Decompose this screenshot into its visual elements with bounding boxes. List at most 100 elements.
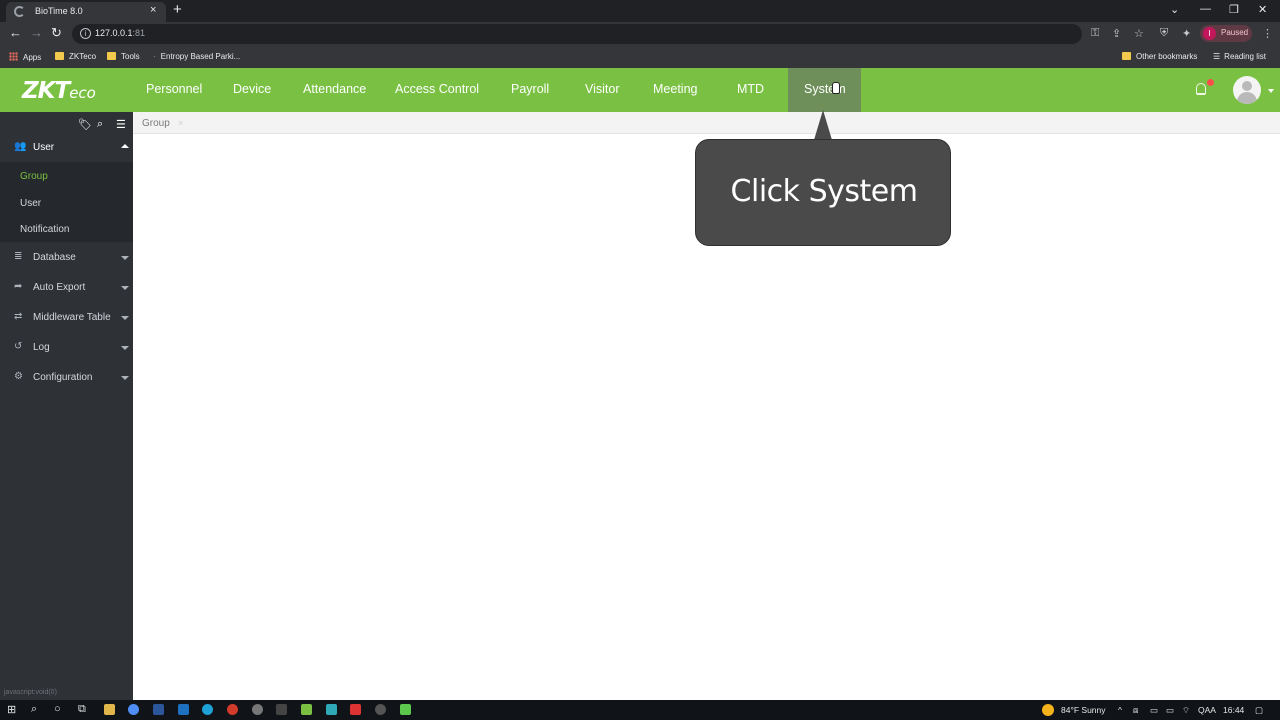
- browser-toolbar: ← → ↻ i 127.0.0.1:81 ⚿ ⇪ ☆ ⛨ ✦ I Paused …: [0, 22, 1280, 46]
- swap-icon: ⇄: [14, 311, 23, 322]
- menu-personnel[interactable]: Personnel: [146, 82, 202, 96]
- export-icon: ➦: [14, 281, 23, 292]
- app-icon[interactable]: [276, 704, 287, 715]
- wifi-icon[interactable]: ⌔: [1182, 705, 1190, 716]
- menu-visitor[interactable]: Visitor: [585, 82, 620, 96]
- chevron-down-icon[interactable]: [1268, 89, 1274, 93]
- extensions-puzzle-icon[interactable]: ✦: [1182, 27, 1191, 40]
- close-page-tab-icon[interactable]: ×: [178, 118, 183, 128]
- sidebar-group-label: Database: [33, 252, 76, 263]
- app-icon[interactable]: [400, 704, 411, 715]
- windows-taskbar: ⊞ ⌕ ○ ⧉ 84°F Sunny ^ ⧈ ▭ ▭ ⌔ QAA 16:44 ▢: [0, 700, 1280, 720]
- reload-icon[interactable]: ↻: [51, 26, 62, 40]
- user-avatar[interactable]: [1233, 76, 1261, 104]
- sidebar-group-configuration[interactable]: ⚙ Configuration: [0, 363, 133, 393]
- sidebar-group-label: Log: [33, 342, 50, 353]
- tray-app-icon[interactable]: ▭: [1150, 705, 1158, 716]
- sidebar-item-notification[interactable]: Notification: [20, 224, 69, 235]
- profile-avatar: I: [1203, 27, 1216, 40]
- app-icon[interactable]: [326, 704, 337, 715]
- settings-icon[interactable]: [252, 704, 263, 715]
- app-icon[interactable]: [227, 704, 238, 715]
- bookmark-entropy[interactable]: · Entropy Based Parki...: [153, 52, 240, 61]
- page-tab-group[interactable]: Group: [142, 118, 170, 129]
- app-icon[interactable]: [178, 704, 189, 715]
- chevron-down-icon: [121, 376, 129, 380]
- app-icon[interactable]: [301, 704, 312, 715]
- tab-search-icon[interactable]: ⌄: [1170, 3, 1179, 16]
- back-icon[interactable]: ←: [9, 26, 22, 40]
- forward-icon[interactable]: →: [30, 26, 43, 40]
- search-icon[interactable]: ⌕: [97, 118, 103, 131]
- weather-text[interactable]: 84°F Sunny: [1061, 705, 1106, 715]
- zkteco-logo[interactable]: ZKTeco: [22, 78, 96, 104]
- restore-icon[interactable]: ❐: [1229, 3, 1239, 16]
- language-indicator[interactable]: QAA: [1198, 705, 1216, 715]
- bookmark-tools[interactable]: Tools: [107, 52, 140, 61]
- app-icon[interactable]: [375, 704, 386, 715]
- notification-bell-icon[interactable]: [1196, 83, 1206, 95]
- reading-list[interactable]: ☰ Reading list: [1213, 52, 1266, 61]
- menu-attendance[interactable]: Attendance: [303, 82, 366, 96]
- avatar-head: [1242, 81, 1252, 91]
- new-tab-button[interactable]: +: [173, 2, 182, 18]
- share-icon[interactable]: ⇪: [1112, 27, 1121, 40]
- bookmark-apps[interactable]: Apps: [9, 52, 41, 62]
- browser-tab-strip: BioTime 8.0 × + ⌄ — ❐ ✕: [0, 0, 1280, 22]
- key-icon[interactable]: ⚿: [1091, 27, 1099, 40]
- tray-chevron-icon[interactable]: ^: [1118, 705, 1122, 715]
- sidebar-item-user[interactable]: User: [20, 198, 41, 209]
- clock[interactable]: 16:44: [1223, 705, 1244, 715]
- profile-button[interactable]: I Paused: [1200, 25, 1252, 42]
- app-icon[interactable]: [350, 704, 361, 715]
- sidebar: 🏷 ⌕ ☰ 👥 User Group User Notification ≣ D…: [0, 112, 133, 700]
- menu-access-control[interactable]: Access Control: [395, 82, 479, 96]
- menu-device[interactable]: Device: [233, 82, 271, 96]
- word-icon[interactable]: [153, 704, 164, 715]
- bookmark-star-icon[interactable]: ☆: [1134, 27, 1144, 40]
- site-info-icon[interactable]: i: [80, 28, 91, 39]
- list-toggle-icon[interactable]: ☰: [116, 118, 126, 131]
- cortana-icon[interactable]: ○: [54, 703, 61, 715]
- search-icon[interactable]: ⌕: [31, 703, 37, 716]
- notifications-icon[interactable]: ▢: [1255, 705, 1263, 716]
- app-header: ZKTeco Personnel Device Attendance Acces…: [0, 68, 1280, 112]
- bookmarks-bar: Apps ZKTeco Tools · Entropy Based Parki..…: [0, 46, 1280, 68]
- reading-list-icon: ☰: [1213, 52, 1221, 61]
- menu-payroll[interactable]: Payroll: [511, 82, 549, 96]
- chrome-icon[interactable]: [128, 704, 139, 715]
- status-link-hint: javascript:void(0): [4, 689, 57, 696]
- chevron-down-icon: [121, 316, 129, 320]
- task-view-icon[interactable]: ⧉: [78, 703, 86, 716]
- sidebar-group-log[interactable]: ↺ Log: [0, 333, 133, 363]
- sidebar-group-database[interactable]: ≣ Database: [0, 243, 133, 273]
- bookmark-zkteco[interactable]: ZKTeco: [55, 52, 96, 61]
- tags-icon[interactable]: 🏷: [78, 118, 92, 131]
- close-window-icon[interactable]: ✕: [1258, 3, 1267, 16]
- edge-icon[interactable]: [202, 704, 213, 715]
- menu-mtd[interactable]: MTD: [737, 82, 764, 96]
- tray-app-icon[interactable]: ⧈: [1133, 705, 1138, 716]
- sidebar-item-group[interactable]: Group: [20, 171, 48, 182]
- user-submenu: Group User Notification: [0, 162, 133, 242]
- close-tab-icon[interactable]: ×: [150, 4, 156, 16]
- page-icon: ·: [153, 52, 156, 61]
- chevron-down-icon: [121, 286, 129, 290]
- chevron-down-icon: [121, 346, 129, 350]
- other-bookmarks[interactable]: Other bookmarks: [1122, 52, 1197, 61]
- database-icon: ≣: [14, 251, 23, 262]
- apps-grid-icon: [9, 52, 18, 61]
- minimize-icon[interactable]: —: [1200, 3, 1211, 15]
- file-explorer-icon[interactable]: [104, 704, 115, 715]
- profile-status: Paused: [1221, 28, 1249, 37]
- sidebar-group-middleware-table[interactable]: ⇄ Middleware Table: [0, 303, 133, 333]
- sidebar-group-auto-export[interactable]: ➦ Auto Export: [0, 273, 133, 303]
- sidebar-group-user[interactable]: 👥 User: [0, 133, 133, 163]
- menu-meeting[interactable]: Meeting: [653, 82, 697, 96]
- extension-shield-icon[interactable]: ⛨: [1160, 27, 1168, 40]
- windows-start-icon[interactable]: ⊞: [7, 703, 16, 716]
- chrome-menu-icon[interactable]: ⋮: [1262, 27, 1273, 40]
- address-bar[interactable]: i 127.0.0.1:81: [72, 24, 1082, 44]
- battery-icon[interactable]: ▭: [1166, 705, 1174, 716]
- browser-tab[interactable]: BioTime 8.0 ×: [6, 2, 166, 22]
